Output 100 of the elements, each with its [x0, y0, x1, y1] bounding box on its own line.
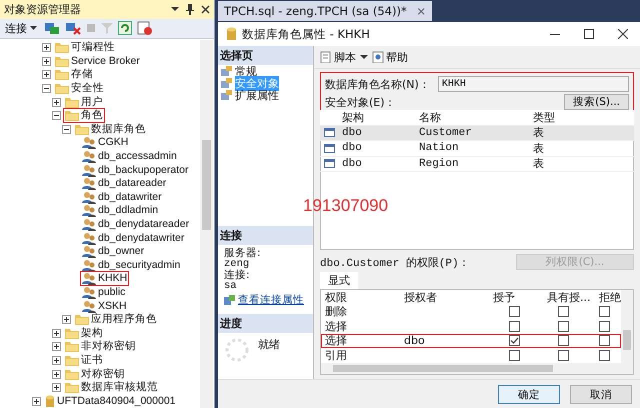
column-header[interactable]: 授予 — [489, 290, 543, 305]
tree-item[interactable]: 存储 — [71, 68, 93, 82]
column-header[interactable]: 拒绝 — [595, 290, 621, 305]
expander-icon[interactable] — [32, 396, 41, 406]
pin-icon[interactable] — [186, 4, 194, 15]
checkbox[interactable] — [598, 306, 610, 318]
expander-icon[interactable] — [62, 315, 71, 324]
scrollbar[interactable] — [321, 362, 621, 374]
tree-item[interactable]: XSKH — [98, 300, 127, 313]
checkbox[interactable] — [598, 350, 610, 361]
tree-item[interactable]: 对称密钥 — [81, 368, 125, 381]
tree-item[interactable]: db_denydatawriter — [98, 232, 184, 245]
tree-item[interactable]: db_ddladmin — [98, 204, 158, 218]
checkbox[interactable] — [508, 306, 520, 318]
folder-icon — [65, 110, 79, 122]
role-icon — [82, 177, 96, 190]
tree-item[interactable]: Service Broker — [71, 54, 140, 68]
tree-item[interactable]: 架构 — [81, 326, 103, 340]
scrollbar[interactable] — [621, 290, 633, 374]
tree-item[interactable]: 安全性 — [71, 82, 104, 96]
dialog-button[interactable]: 确定 — [498, 385, 560, 404]
column-header[interactable]: 名称 — [415, 110, 529, 125]
refresh-icon[interactable] — [118, 21, 132, 36]
disconnect-icon[interactable] — [65, 21, 81, 36]
table-icon — [324, 144, 334, 153]
connect-server-icon[interactable] — [44, 21, 60, 36]
scrollbar[interactable] — [200, 40, 213, 408]
checkbox[interactable] — [508, 335, 520, 346]
dropdown-icon[interactable] — [30, 26, 37, 31]
tree-item[interactable]: 角色 — [81, 109, 103, 122]
tree-item[interactable]: db_securityadmin — [98, 258, 180, 272]
tree-item[interactable]: db_owner — [98, 245, 144, 258]
checkbox[interactable] — [598, 320, 610, 332]
tree-item[interactable]: db_backupoperator — [98, 164, 188, 177]
dropdown-icon[interactable] — [171, 6, 179, 12]
column-header[interactable]: 具有授... — [543, 290, 595, 305]
expander-icon[interactable] — [42, 84, 51, 94]
column-header[interactable]: 架构 — [338, 110, 415, 125]
expander-icon[interactable] — [52, 342, 61, 352]
column-header[interactable]: 授权者 — [400, 290, 489, 305]
tree-item[interactable]: 可编程性 — [71, 41, 115, 54]
tree-item[interactable]: 证书 — [81, 354, 103, 367]
dropdown-icon[interactable] — [360, 54, 368, 60]
expander-icon[interactable] — [52, 370, 61, 379]
checkbox[interactable] — [558, 306, 568, 318]
maximize-icon[interactable] — [584, 29, 594, 39]
document-tab[interactable]: TPCH.sql - zeng.TPCH (sa (54))* × — [218, 1, 432, 21]
checkbox[interactable] — [558, 350, 568, 361]
tree-item[interactable]: 数据库审核规范 — [81, 381, 158, 394]
close-icon[interactable] — [618, 29, 628, 39]
tree-item[interactable]: db_datawriter — [98, 190, 162, 204]
column-header[interactable]: 类型 — [529, 110, 593, 125]
role-icon — [82, 136, 96, 150]
annotation-text: 191307090 — [303, 196, 388, 216]
tree-item[interactable]: db_datareader — [98, 177, 166, 190]
tree-item[interactable]: db_accessadmin — [98, 150, 177, 164]
role-icon — [82, 218, 96, 231]
role-icon — [82, 245, 96, 258]
script-button[interactable]: 脚本 — [320, 50, 356, 64]
tree-item[interactable]: 数据库角色 — [91, 122, 146, 136]
tree-item[interactable]: db_denydatareader — [98, 218, 190, 231]
checkbox[interactable] — [598, 335, 610, 346]
role-name-field[interactable]: KHKH — [438, 76, 629, 92]
activity-icon[interactable] — [137, 20, 153, 36]
table-cell-text: dbo — [341, 142, 363, 154]
tree-item[interactable]: KHKH — [98, 272, 128, 286]
tree-item[interactable]: public — [98, 286, 126, 299]
checkbox[interactable] — [508, 320, 520, 332]
checkbox[interactable] — [558, 320, 568, 332]
folder-icon — [65, 368, 79, 380]
tab-close-button[interactable]: × — [416, 4, 426, 18]
expander-icon[interactable] — [42, 70, 51, 80]
expander-icon[interactable] — [52, 328, 61, 338]
search-button[interactable]: 搜索(S)... — [564, 94, 629, 110]
expander-icon[interactable] — [52, 111, 61, 120]
expander-icon[interactable] — [52, 98, 61, 107]
help-button[interactable]: 帮助 — [372, 50, 408, 64]
connection-properties-link[interactable]: 查看连接属性 — [238, 294, 304, 306]
expander-icon[interactable] — [52, 356, 61, 365]
page-item[interactable]: 扩展属性 — [235, 88, 279, 102]
tree-item[interactable]: 应用程序角色 — [91, 313, 157, 326]
table-cell-text: 选择 — [324, 333, 348, 348]
database-icon — [226, 27, 237, 41]
connect-button[interactable]: 连接 — [3, 20, 39, 36]
role-icon — [82, 286, 96, 299]
expander-icon[interactable] — [42, 43, 51, 52]
tree-item[interactable]: 非对称密钥 — [81, 340, 136, 354]
column-header[interactable]: 权限 — [321, 290, 400, 305]
dialog-button[interactable]: 取消 — [570, 385, 632, 404]
tree-item[interactable]: CGKH — [98, 136, 128, 150]
explicit-tab[interactable]: 显式 — [320, 272, 358, 289]
close-icon[interactable] — [201, 4, 210, 14]
tree-item[interactable]: 用户 — [81, 96, 103, 109]
expander-icon[interactable] — [52, 383, 61, 392]
expander-icon[interactable] — [62, 124, 71, 134]
page-item[interactable]: 常规 — [235, 64, 257, 78]
checkbox[interactable] — [558, 335, 568, 346]
expander-icon[interactable] — [42, 56, 51, 66]
checkbox[interactable] — [508, 350, 520, 361]
tree-item[interactable]: UFTData840904_000001 — [57, 394, 176, 408]
